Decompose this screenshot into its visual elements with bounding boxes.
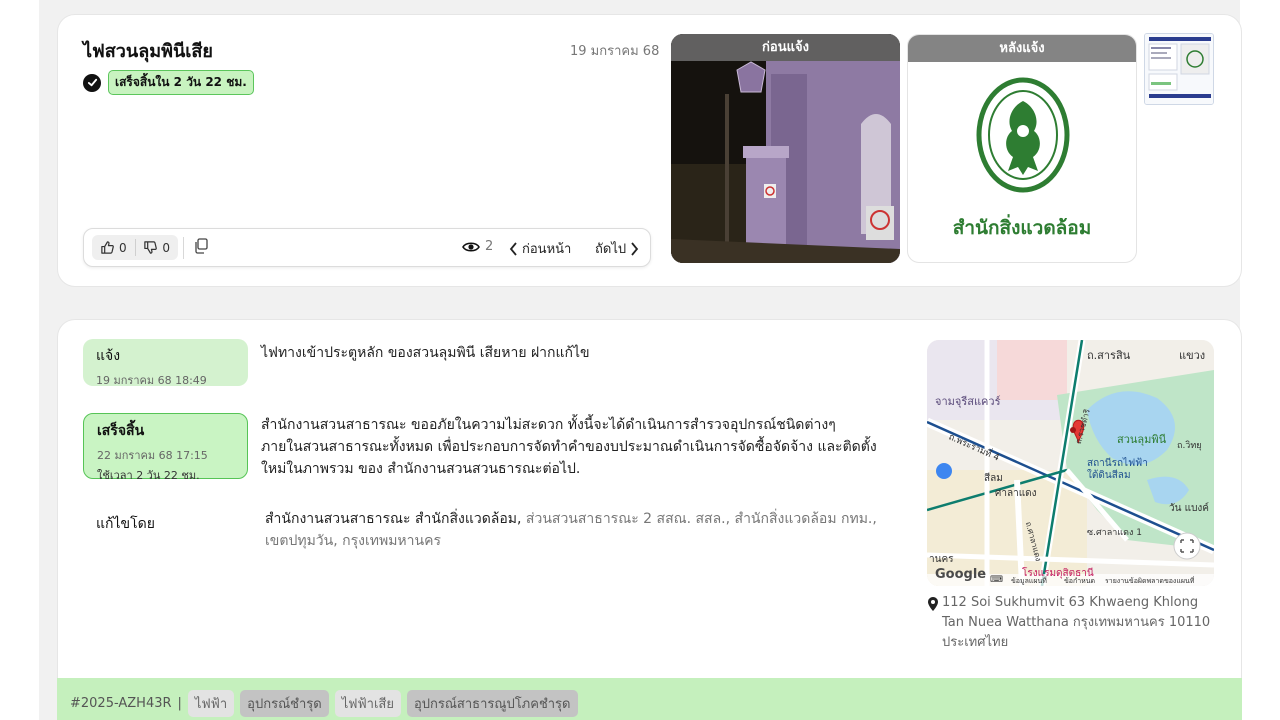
google-logo: Google bbox=[935, 567, 987, 582]
action-bar: 0 0 2 ก่อนหน้า ถัดไป bbox=[83, 228, 651, 267]
completed-description: สำนักงานสวนสาธารณะ ขออภัยในความไม่สะดวก … bbox=[261, 417, 877, 477]
thumbs-down-icon bbox=[144, 241, 158, 254]
report-title: ไฟสวนลุมพินีเสีย bbox=[83, 41, 213, 62]
photo-before-image bbox=[671, 34, 900, 263]
step-completed-duration: ใช้เวลา 2 วัน 22 ชม. bbox=[97, 469, 200, 482]
vote-group: 0 0 bbox=[92, 235, 178, 260]
ticket-separator: | bbox=[177, 696, 182, 711]
status-badge: เสร็จสิ้นใน 2 วัน 22 ชม. bbox=[108, 70, 254, 95]
document-thumbnail[interactable] bbox=[1144, 33, 1214, 105]
location-address: 112 Soi Sukhumvit 63 Khwaeng Khlong Tan … bbox=[928, 593, 1218, 653]
after-photo-caption: สำนักสิ่งแวดล้อม bbox=[952, 217, 1092, 239]
footer-tags: #2025-AZH43R | ไฟฟ้า อุปกรณ์ชำรุด ไฟฟ้าเ… bbox=[70, 690, 578, 717]
dislike-count: 0 bbox=[162, 240, 170, 255]
fullscreen-button[interactable] bbox=[1174, 533, 1200, 559]
address-text: 112 Soi Sukhumvit 63 Khwaeng Khlong Tan … bbox=[942, 595, 1211, 650]
map-label-khwaeng: แขวง bbox=[1179, 349, 1206, 362]
tag-broken-equipment[interactable]: อุปกรณ์ชำรุด bbox=[240, 690, 329, 717]
chevron-left-icon bbox=[509, 241, 517, 256]
previous-button[interactable]: ก่อนหน้า bbox=[509, 238, 571, 259]
next-label: ถัดไป bbox=[595, 242, 627, 257]
reported-description: ไฟทางเข้าประตูหลัก ของสวนลุมพินี เสียหาย… bbox=[261, 345, 590, 361]
tag-electric[interactable]: ไฟฟ้า bbox=[187, 690, 235, 717]
photo-before-label: ก่อนแจ้ง bbox=[671, 34, 900, 61]
step-reported-label: แจ้ง bbox=[96, 348, 121, 364]
thumbs-up-icon bbox=[101, 241, 114, 254]
map-label-silom: สีลม bbox=[984, 473, 1003, 484]
map-report-link[interactable]: รายงานข้อผิดพลาดของแผนที่ bbox=[1105, 576, 1194, 586]
photo-after-label: หลังแจ้ง bbox=[908, 35, 1136, 62]
map-label-salaeng: ศาลาแดง bbox=[995, 488, 1037, 499]
map-label-lumphini: สวนลุมพินี bbox=[1117, 433, 1167, 446]
keyboard-icon[interactable]: ⌨ bbox=[990, 575, 1003, 585]
check-circle-icon bbox=[83, 73, 101, 92]
map-data-link[interactable]: ข้อมูลแผนที่ bbox=[1011, 576, 1047, 586]
location-map[interactable]: ถ.สารสิน แขวง จามจุรีสแควร์ สวนลุมพินี ถ… bbox=[927, 340, 1214, 586]
dislike-button[interactable]: 0 bbox=[135, 235, 178, 260]
map-terms-link[interactable]: ข้อกำหนด bbox=[1064, 576, 1095, 586]
step-reported-datetime: 19 มกราคม 68 18:49 bbox=[96, 374, 207, 387]
step-completed-datetime: 22 มกราคม 68 17:15 bbox=[97, 449, 208, 462]
photo-before[interactable]: ก่อนแจ้ง bbox=[671, 34, 900, 263]
view-counter: 2 bbox=[462, 239, 493, 254]
fixed-by-primary: สำนักงานสวนสาธารณะ สำนักสิ่งแวดล้อม, bbox=[265, 511, 522, 527]
fixed-by-description: สำนักงานสวนสาธารณะ สำนักสิ่งแวดล้อม, ส่ว… bbox=[265, 508, 885, 552]
timeline-step-reported: แจ้ง 19 มกราคม 68 18:49 bbox=[83, 339, 248, 387]
timeline-step-completed: เสร็จสิ้น 22 มกราคม 68 17:15 ใช้เวลา 2 ว… bbox=[83, 413, 248, 482]
eye-icon bbox=[462, 241, 480, 252]
like-count: 0 bbox=[119, 240, 127, 255]
view-count: 2 bbox=[485, 239, 494, 254]
map-label-station: สถานีรถไฟฟ้าใต้ดินสีลม bbox=[1087, 458, 1148, 481]
step-fixed-by-label: แก้ไขโดย bbox=[96, 516, 155, 532]
map-label-sarasin: ถ.สารสิน bbox=[1087, 349, 1131, 362]
map-canvas bbox=[927, 340, 1214, 586]
ticket-id: #2025-AZH43R bbox=[70, 696, 172, 711]
tag-power-failure[interactable]: ไฟฟ้าเสีย bbox=[334, 690, 401, 717]
map-label-salaeng1: ซ.ศาลาแดง 1 bbox=[1087, 528, 1142, 538]
map-label-witthayu: ถ.วิทยุ bbox=[1177, 441, 1202, 451]
copy-button[interactable] bbox=[194, 238, 208, 258]
map-label-wan: วัน แบงค์ bbox=[1169, 503, 1209, 514]
location-pin-icon bbox=[928, 597, 938, 611]
next-button[interactable]: ถัดไป bbox=[595, 238, 639, 259]
map-label-chamchuri: จามจุรีสแควร์ bbox=[935, 395, 1001, 408]
previous-label: ก่อนหน้า bbox=[522, 242, 572, 257]
like-button[interactable]: 0 bbox=[92, 235, 135, 260]
map-label-corner: านคร bbox=[929, 554, 954, 565]
document-thumbnail-image bbox=[1145, 34, 1213, 104]
tag-broken-utility[interactable]: อุปกรณ์สาธารณูปโภคชำรุด bbox=[406, 690, 578, 717]
status-row: เสร็จสิ้นใน 2 วัน 22 ชม. bbox=[83, 70, 254, 95]
copy-icon bbox=[195, 238, 208, 254]
toolbar-divider bbox=[183, 237, 184, 259]
timeline-step-fixed-by: แก้ไขโดย bbox=[83, 507, 248, 537]
chevron-right-icon bbox=[631, 241, 639, 256]
step-completed-label: เสร็จสิ้น bbox=[97, 423, 145, 439]
report-date: 19 มกราคม 68 bbox=[570, 44, 660, 59]
photo-after[interactable]: หลังแจ้ง สำนักสิ่งแวดล้อม bbox=[907, 34, 1137, 263]
